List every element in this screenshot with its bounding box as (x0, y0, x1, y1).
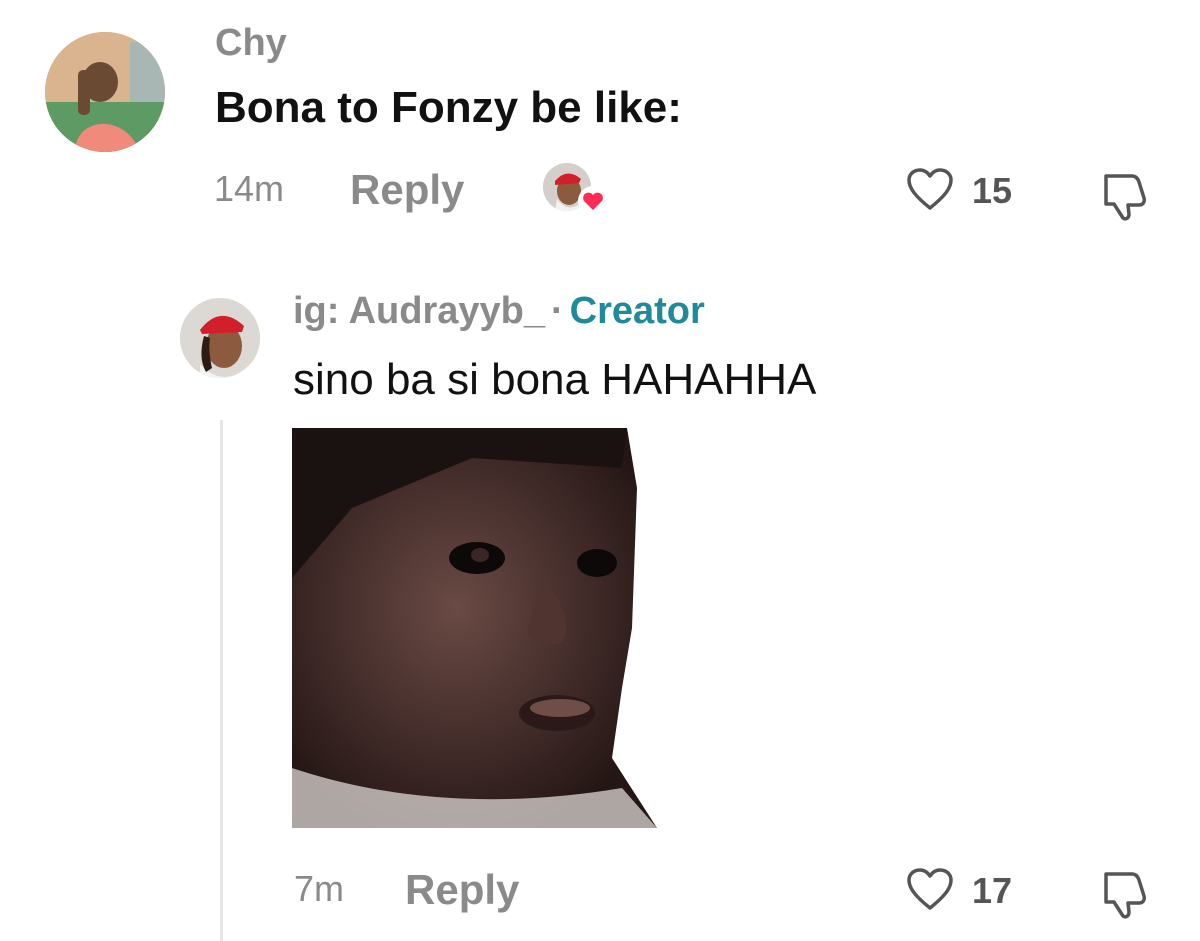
reply-username[interactable]: ig: Audrayyb_ (293, 290, 545, 332)
thumbs-down-icon[interactable] (1098, 170, 1154, 222)
reply-to-reply-button[interactable]: Reply (405, 866, 519, 914)
reply-image[interactable] (292, 428, 657, 828)
thread-line (220, 420, 223, 941)
avatar-chy[interactable] (45, 32, 165, 152)
avatar-creator[interactable] (180, 298, 260, 378)
thumbs-down-icon[interactable] (1098, 868, 1154, 920)
reply-text: sino ba si bona HAHAHHA (293, 355, 817, 404)
reply-like-count: 17 (972, 870, 1013, 911)
heart-outline-icon[interactable] (905, 166, 955, 214)
creator-badge: Creator (569, 290, 705, 332)
reply-timestamp: 7m (294, 868, 345, 909)
comment-timestamp: 14m (214, 168, 285, 209)
heart-filled-icon (578, 186, 608, 216)
separator-dot: · (550, 290, 564, 332)
reply-button[interactable]: Reply (350, 166, 464, 214)
like-count: 15 (972, 170, 1013, 211)
comment-text: Bona to Fonzy be like: (215, 83, 682, 132)
heart-outline-icon[interactable] (905, 866, 955, 914)
comment-username[interactable]: Chy (215, 22, 287, 65)
